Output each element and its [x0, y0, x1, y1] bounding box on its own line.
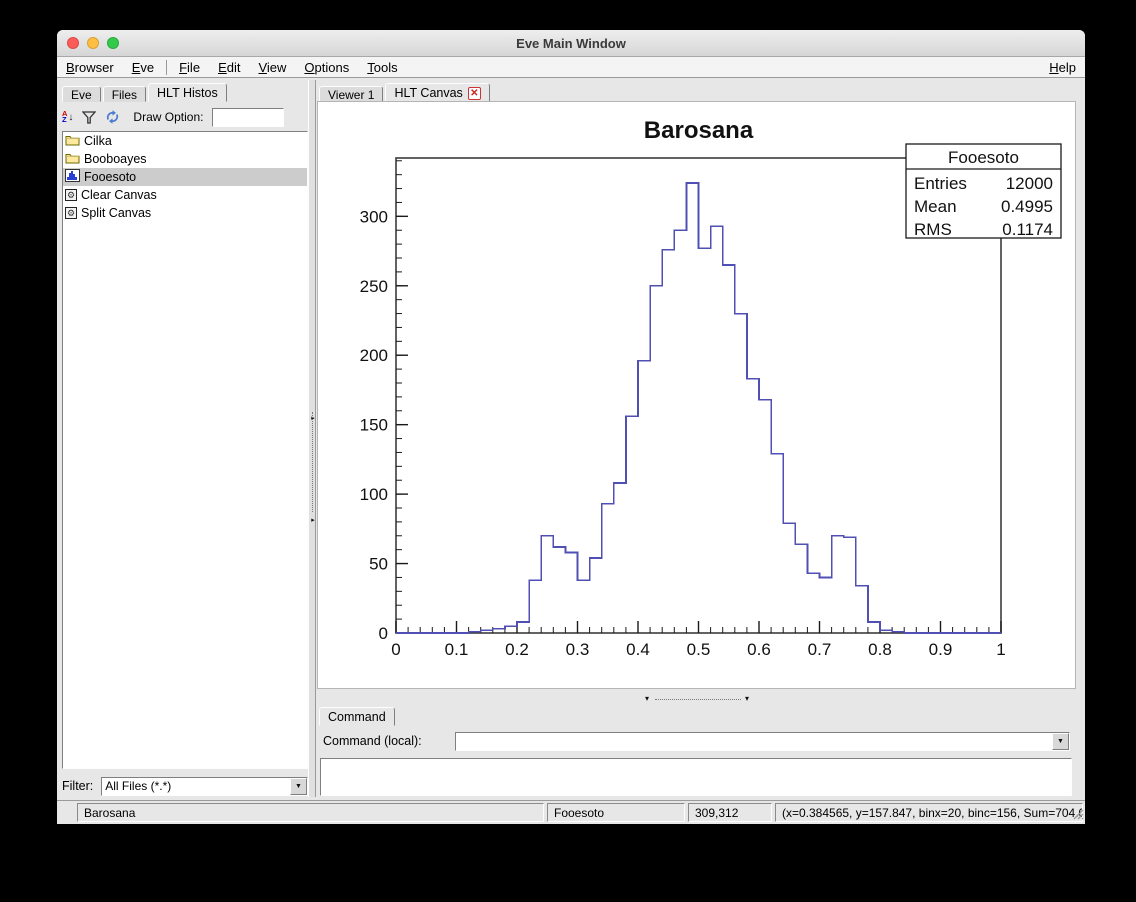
gear-icon: ⚙ [65, 189, 77, 201]
svg-text:1: 1 [996, 640, 1005, 659]
command-dropdown-arrow[interactable]: ▼ [1052, 733, 1069, 750]
svg-text:0.5: 0.5 [687, 640, 711, 659]
sort-az-icon[interactable]: AZ↓ [62, 108, 73, 126]
tab-eve[interactable]: Eve [62, 86, 101, 102]
command-row: Command (local): ▼ [317, 730, 1076, 752]
histogram-plot[interactable]: 0 0.1 0.2 0.3 0.4 0.5 0.6 0.7 0.8 0.9 1 0 50 100 150 20… [318, 102, 1075, 688]
command-combobox[interactable]: ▼ [455, 732, 1070, 751]
status-cell-pixel-coords: 309,312 [688, 803, 772, 822]
svg-text:Barosana: Barosana [644, 117, 754, 144]
svg-text:200: 200 [360, 346, 388, 365]
command-input[interactable] [456, 733, 1052, 750]
menu-eve[interactable]: Eve [123, 58, 163, 77]
svg-text:0.1174: 0.1174 [1002, 220, 1053, 239]
svg-text:0: 0 [379, 624, 388, 643]
sidebar-tab-bar: Eve Files HLT Histos [62, 83, 229, 102]
tree-item-split-canvas[interactable]: ⚙ Split Canvas [63, 204, 307, 222]
horizontal-splitter[interactable]: ▾ ▾ [317, 694, 1076, 704]
tab-command[interactable]: Command [319, 707, 395, 726]
menu-help[interactable]: Help [1040, 58, 1085, 77]
filter-input[interactable] [102, 778, 290, 795]
vertical-splitter[interactable]: ▸ ▸ [308, 80, 316, 797]
svg-text:0.3: 0.3 [566, 640, 590, 659]
filter-funnel-icon[interactable] [82, 108, 96, 126]
tree-item-cilka[interactable]: Cilka [63, 132, 307, 150]
svg-text:0.1: 0.1 [445, 640, 469, 659]
histogram-icon [65, 169, 80, 185]
window-title: Eve Main Window [57, 36, 1085, 51]
filter-combobox[interactable]: ▼ [101, 777, 308, 796]
svg-text:100: 100 [360, 485, 388, 504]
svg-text:250: 250 [360, 277, 388, 296]
status-bar: Barosana Fooesoto 309,312 (x=0.384565, y… [57, 800, 1085, 824]
svg-text:0.2: 0.2 [505, 640, 529, 659]
svg-text:300: 300 [360, 207, 388, 226]
command-output-box[interactable] [320, 758, 1072, 796]
tree-item-fooesoto[interactable]: Fooesoto [63, 168, 307, 186]
svg-text:150: 150 [360, 416, 388, 435]
tab-hlt-histos[interactable]: HLT Histos [148, 83, 227, 102]
tab-files[interactable]: Files [103, 86, 146, 102]
eve-main-window: Eve Main Window Browser Eve File Edit Vi… [57, 30, 1085, 824]
splitter-arrow-icon[interactable]: ▾ [745, 694, 749, 704]
status-cell-object: Fooesoto [547, 803, 685, 822]
draw-option-label: Draw Option: [133, 110, 203, 124]
command-local-label: Command (local): [323, 734, 422, 748]
menu-edit[interactable]: Edit [209, 58, 249, 77]
tab-viewer-1[interactable]: Viewer 1 [319, 86, 383, 102]
svg-text:0.7: 0.7 [808, 640, 832, 659]
menu-bar-divider [166, 60, 167, 75]
svg-text:Fooesoto: Fooesoto [948, 148, 1019, 167]
svg-text:0.9: 0.9 [929, 640, 953, 659]
tree-item-clear-canvas[interactable]: ⚙ Clear Canvas [63, 186, 307, 204]
folder-icon [65, 134, 80, 149]
filter-row: Filter: ▼ [62, 775, 308, 797]
svg-text:50: 50 [369, 555, 388, 574]
svg-text:12000: 12000 [1006, 174, 1053, 193]
root-canvas[interactable]: 0 0.1 0.2 0.3 0.4 0.5 0.6 0.7 0.8 0.9 1 0 50 100 150 20… [317, 101, 1076, 689]
splitter-arrow-icon[interactable]: ▸ [309, 414, 317, 422]
menu-options[interactable]: Options [295, 58, 358, 77]
refresh-icon[interactable] [105, 108, 120, 126]
folder-icon [65, 152, 80, 167]
command-tab-bar: Command [319, 707, 397, 726]
svg-text:0.4995: 0.4995 [1001, 197, 1053, 216]
gear-icon: ⚙ [65, 207, 77, 219]
splitter-arrow-icon[interactable]: ▸ [309, 516, 317, 524]
svg-text:0.4: 0.4 [626, 640, 650, 659]
tab-hlt-canvas[interactable]: HLT Canvas ✕ [385, 83, 489, 102]
svg-text:0.8: 0.8 [868, 640, 892, 659]
menu-browser[interactable]: Browser [57, 58, 123, 77]
status-cell-bin-info: (x=0.384565, y=157.847, binx=20, binc=15… [775, 803, 1083, 822]
resize-grip[interactable] [1070, 806, 1084, 823]
draw-option-combobox[interactable]: ▼ [212, 108, 284, 127]
svg-text:0: 0 [391, 640, 400, 659]
svg-text:Mean: Mean [914, 197, 957, 216]
close-tab-icon[interactable]: ✕ [468, 87, 481, 100]
svg-text:Entries: Entries [914, 174, 967, 193]
screen-background: Eve Main Window Browser Eve File Edit Vi… [0, 0, 1136, 902]
main-tab-bar: Viewer 1 HLT Canvas ✕ [319, 83, 492, 102]
filter-dropdown-arrow[interactable]: ▼ [290, 778, 307, 795]
svg-text:RMS: RMS [914, 220, 952, 239]
title-bar[interactable]: Eve Main Window [57, 30, 1085, 57]
filter-label: Filter: [62, 779, 93, 793]
splitter-arrow-icon[interactable]: ▾ [645, 694, 649, 704]
menu-bar: Browser Eve File Edit View Options Tools… [57, 57, 1085, 78]
tree-item-booboayes[interactable]: Booboayes [63, 150, 307, 168]
menu-view[interactable]: View [249, 58, 295, 77]
menu-file[interactable]: File [170, 58, 209, 77]
svg-text:0.6: 0.6 [747, 640, 771, 659]
menu-tools[interactable]: Tools [358, 58, 406, 77]
sidebar-toolbar: AZ↓ Draw Option: ▼ [62, 105, 308, 129]
histogram-tree-list: Cilka Booboayes Fooesoto ⚙ Clear Canvas … [62, 131, 308, 769]
status-cell-title: Barosana [77, 803, 544, 822]
